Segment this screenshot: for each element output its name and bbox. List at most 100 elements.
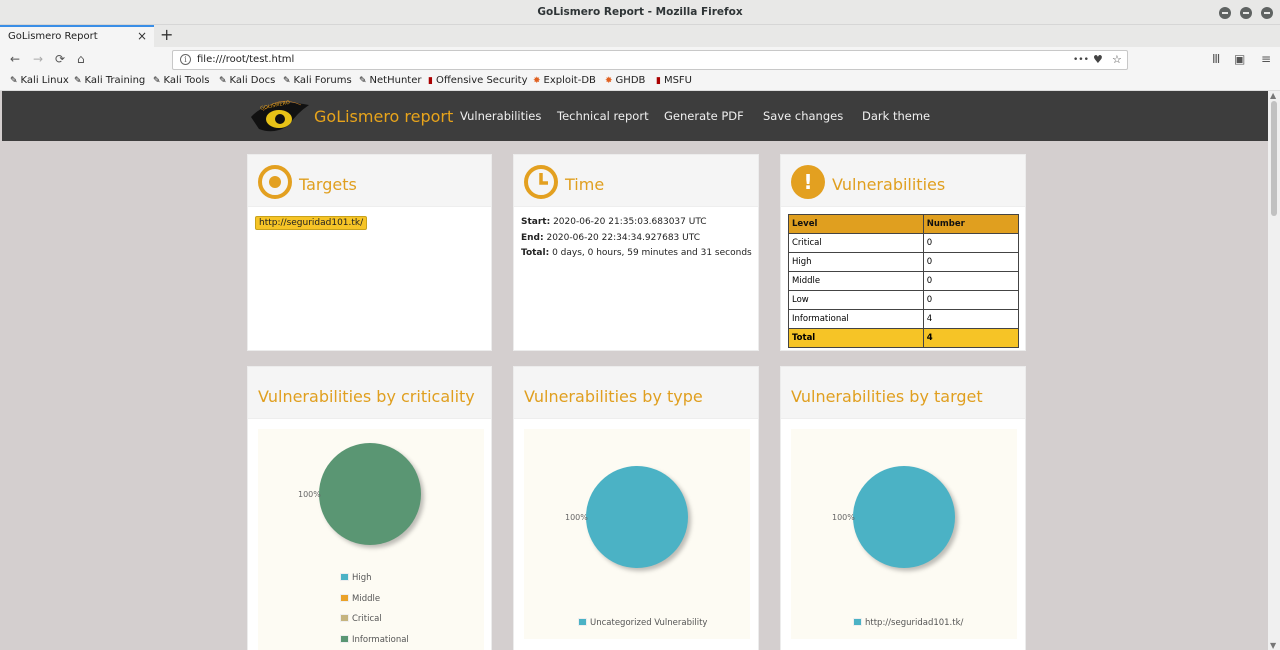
library-icon[interactable]: Ⅲ bbox=[1212, 52, 1220, 66]
target-chart-title: Vulnerabilities by target bbox=[791, 387, 983, 406]
new-tab-button[interactable]: + bbox=[160, 25, 173, 44]
legend-high[interactable]: High bbox=[340, 573, 372, 583]
nav-dark-theme[interactable]: Dark theme bbox=[862, 109, 930, 123]
legend-target[interactable]: http://seguridad101.tk/ bbox=[853, 618, 963, 628]
kali-dragon-icon: ✎ bbox=[74, 76, 82, 86]
pie-slice-uncategorized[interactable] bbox=[586, 466, 688, 568]
tab-bar: GoLismero Report × + bbox=[0, 25, 1280, 47]
nav-vulnerabilities[interactable]: Vulnerabilities bbox=[460, 109, 541, 123]
forward-icon[interactable]: → bbox=[33, 52, 43, 66]
bookmarks-toolbar: ✎ Kali Linux ✎ Kali Training ✎ Kali Tools ✎… bbox=[0, 73, 1280, 91]
back-icon[interactable]: ← bbox=[10, 52, 20, 66]
url-text[interactable]: file:///root/test.html bbox=[197, 54, 294, 65]
minimize-button[interactable] bbox=[1219, 7, 1231, 19]
offsec-icon: ▮ bbox=[428, 76, 433, 86]
bookmark-exploit-db[interactable]: ✸ Exploit-DB bbox=[533, 75, 596, 86]
reload-icon[interactable]: ⟳ bbox=[55, 52, 65, 66]
navigation-toolbar: ← → ⟳ ⌂ i file:///root/test.html ••• ♥ ☆… bbox=[0, 47, 1280, 73]
kali-dragon-icon: ✎ bbox=[359, 76, 367, 86]
table-row: Middle 0 bbox=[788, 271, 1020, 291]
target-chart-header: Vulnerabilities by target bbox=[781, 367, 1025, 419]
legend-swatch bbox=[340, 614, 349, 622]
legend-swatch bbox=[340, 573, 349, 581]
pie-percentage-label: 100% bbox=[298, 490, 321, 499]
target-icon bbox=[258, 165, 292, 199]
time-start: Start: 2020-06-20 21:35:03.683037 UTC bbox=[521, 217, 707, 227]
legend-swatch bbox=[340, 594, 349, 602]
pie-percentage-label: 100% bbox=[565, 513, 588, 522]
menu-icon[interactable]: ≡ bbox=[1261, 52, 1271, 66]
type-chart-header: Vulnerabilities by type bbox=[514, 367, 758, 419]
kali-dragon-icon: ✎ bbox=[283, 76, 291, 86]
pie-slice-informational[interactable] bbox=[319, 443, 421, 545]
window-title: GoLismero Report - Mozilla Firefox bbox=[537, 6, 743, 18]
target-chart: 100% http://seguridad101.tk/ bbox=[791, 429, 1017, 639]
kali-dragon-icon: ✎ bbox=[153, 76, 161, 86]
targets-card-header: Targets bbox=[248, 155, 491, 207]
maximize-button[interactable] bbox=[1240, 7, 1252, 19]
table-header-row: Level Number bbox=[788, 214, 1020, 234]
col-level: Level bbox=[788, 214, 924, 234]
vulnerabilities-card: ! Vulnerabilities Level Number Critical 0… bbox=[780, 154, 1026, 351]
time-card: Time Start: 2020-06-20 21:35:03.683037 U… bbox=[513, 154, 759, 351]
bookmark-kali-training[interactable]: ✎ Kali Training bbox=[74, 75, 145, 86]
ghdb-icon: ✸ bbox=[605, 76, 613, 86]
bookmark-ghdb[interactable]: ✸ GHDB bbox=[605, 75, 645, 86]
legend-critical[interactable]: Critical bbox=[340, 614, 382, 624]
pocket-icon[interactable]: ♥ bbox=[1093, 53, 1103, 66]
scroll-down-icon[interactable]: ▼ bbox=[1270, 641, 1276, 650]
criticality-chart-header: Vulnerabilities by criticality bbox=[248, 367, 491, 419]
golismero-logo[interactable]: GOLISMERO bbox=[249, 95, 311, 137]
url-bar[interactable]: i file:///root/test.html ••• ♥ ☆ bbox=[172, 50, 1128, 70]
scrollbar-thumb[interactable] bbox=[1271, 101, 1277, 216]
time-total: Total: 0 days, 0 hours, 59 minutes and 3… bbox=[521, 248, 752, 258]
site-info-icon[interactable]: i bbox=[180, 54, 191, 65]
bookmark-kali-linux[interactable]: ✎ Kali Linux bbox=[10, 75, 69, 86]
close-tab-icon[interactable]: × bbox=[137, 29, 147, 43]
page-scrollbar[interactable]: ▲ ▼ bbox=[1268, 91, 1280, 650]
exploit-db-icon: ✸ bbox=[533, 76, 541, 86]
legend-swatch bbox=[578, 618, 587, 626]
target-link[interactable]: http://seguridad101.tk/ bbox=[255, 216, 368, 230]
table-row: Informational 4 bbox=[788, 309, 1020, 329]
legend-informational[interactable]: Informational bbox=[340, 635, 409, 645]
type-chart-title: Vulnerabilities by type bbox=[524, 387, 703, 406]
bookmark-star-icon[interactable]: ☆ bbox=[1112, 53, 1122, 66]
tab-label: GoLismero Report bbox=[8, 31, 98, 42]
table-row: Critical 0 bbox=[788, 233, 1020, 253]
page-content: GOLISMERO GoLismero report Vulnerabiliti… bbox=[2, 91, 1268, 650]
bookmark-kali-docs[interactable]: ✎ Kali Docs bbox=[219, 75, 275, 86]
nav-save-changes[interactable]: Save changes bbox=[763, 109, 843, 123]
scroll-up-icon[interactable]: ▲ bbox=[1270, 91, 1276, 100]
criticality-chart-title: Vulnerabilities by criticality bbox=[258, 387, 475, 406]
target-chart-card: Vulnerabilities by target 100% http://se… bbox=[780, 366, 1026, 650]
time-title: Time bbox=[565, 175, 605, 194]
report-header: GOLISMERO GoLismero report Vulnerabiliti… bbox=[2, 91, 1268, 141]
tab-golismero-report[interactable]: GoLismero Report × bbox=[0, 25, 154, 47]
sidebar-icon[interactable]: ▣ bbox=[1234, 52, 1245, 66]
targets-title: Targets bbox=[299, 175, 357, 194]
bookmark-kali-forums[interactable]: ✎ Kali Forums bbox=[283, 75, 352, 86]
msfu-icon: ▮ bbox=[656, 76, 661, 86]
nav-generate-pdf[interactable]: Generate PDF bbox=[664, 109, 744, 123]
nav-technical-report[interactable]: Technical report bbox=[557, 109, 649, 123]
legend-uncategorized[interactable]: Uncategorized Vulnerability bbox=[578, 618, 707, 628]
home-icon[interactable]: ⌂ bbox=[77, 52, 85, 66]
bookmark-msfu[interactable]: ▮ MSFU bbox=[656, 75, 692, 86]
criticality-chart-card: Vulnerabilities by criticality 100% High… bbox=[247, 366, 492, 650]
time-end: End: 2020-06-20 22:34:34.927683 UTC bbox=[521, 233, 700, 243]
table-row: Low 0 bbox=[788, 290, 1020, 310]
type-chart-card: Vulnerabilities by type 100% Uncategoriz… bbox=[513, 366, 759, 650]
close-window-button[interactable] bbox=[1261, 7, 1273, 19]
vulnerabilities-table: Level Number Critical 0 High 0 Middle 0 Low… bbox=[788, 214, 1020, 348]
bookmark-kali-tools[interactable]: ✎ Kali Tools bbox=[153, 75, 209, 86]
bookmark-offensive-security[interactable]: ▮ Offensive Security bbox=[428, 75, 528, 86]
window-titlebar: GoLismero Report - Mozilla Firefox bbox=[0, 0, 1280, 25]
pie-slice-target[interactable] bbox=[853, 466, 955, 568]
legend-middle[interactable]: Middle bbox=[340, 594, 380, 604]
brand-title[interactable]: GoLismero report bbox=[314, 107, 453, 126]
vulnerabilities-title: Vulnerabilities bbox=[832, 175, 946, 194]
bookmark-nethunter[interactable]: ✎ NetHunter bbox=[359, 75, 421, 86]
page-actions-icon[interactable]: ••• bbox=[1073, 55, 1089, 65]
legend-swatch bbox=[853, 618, 862, 626]
